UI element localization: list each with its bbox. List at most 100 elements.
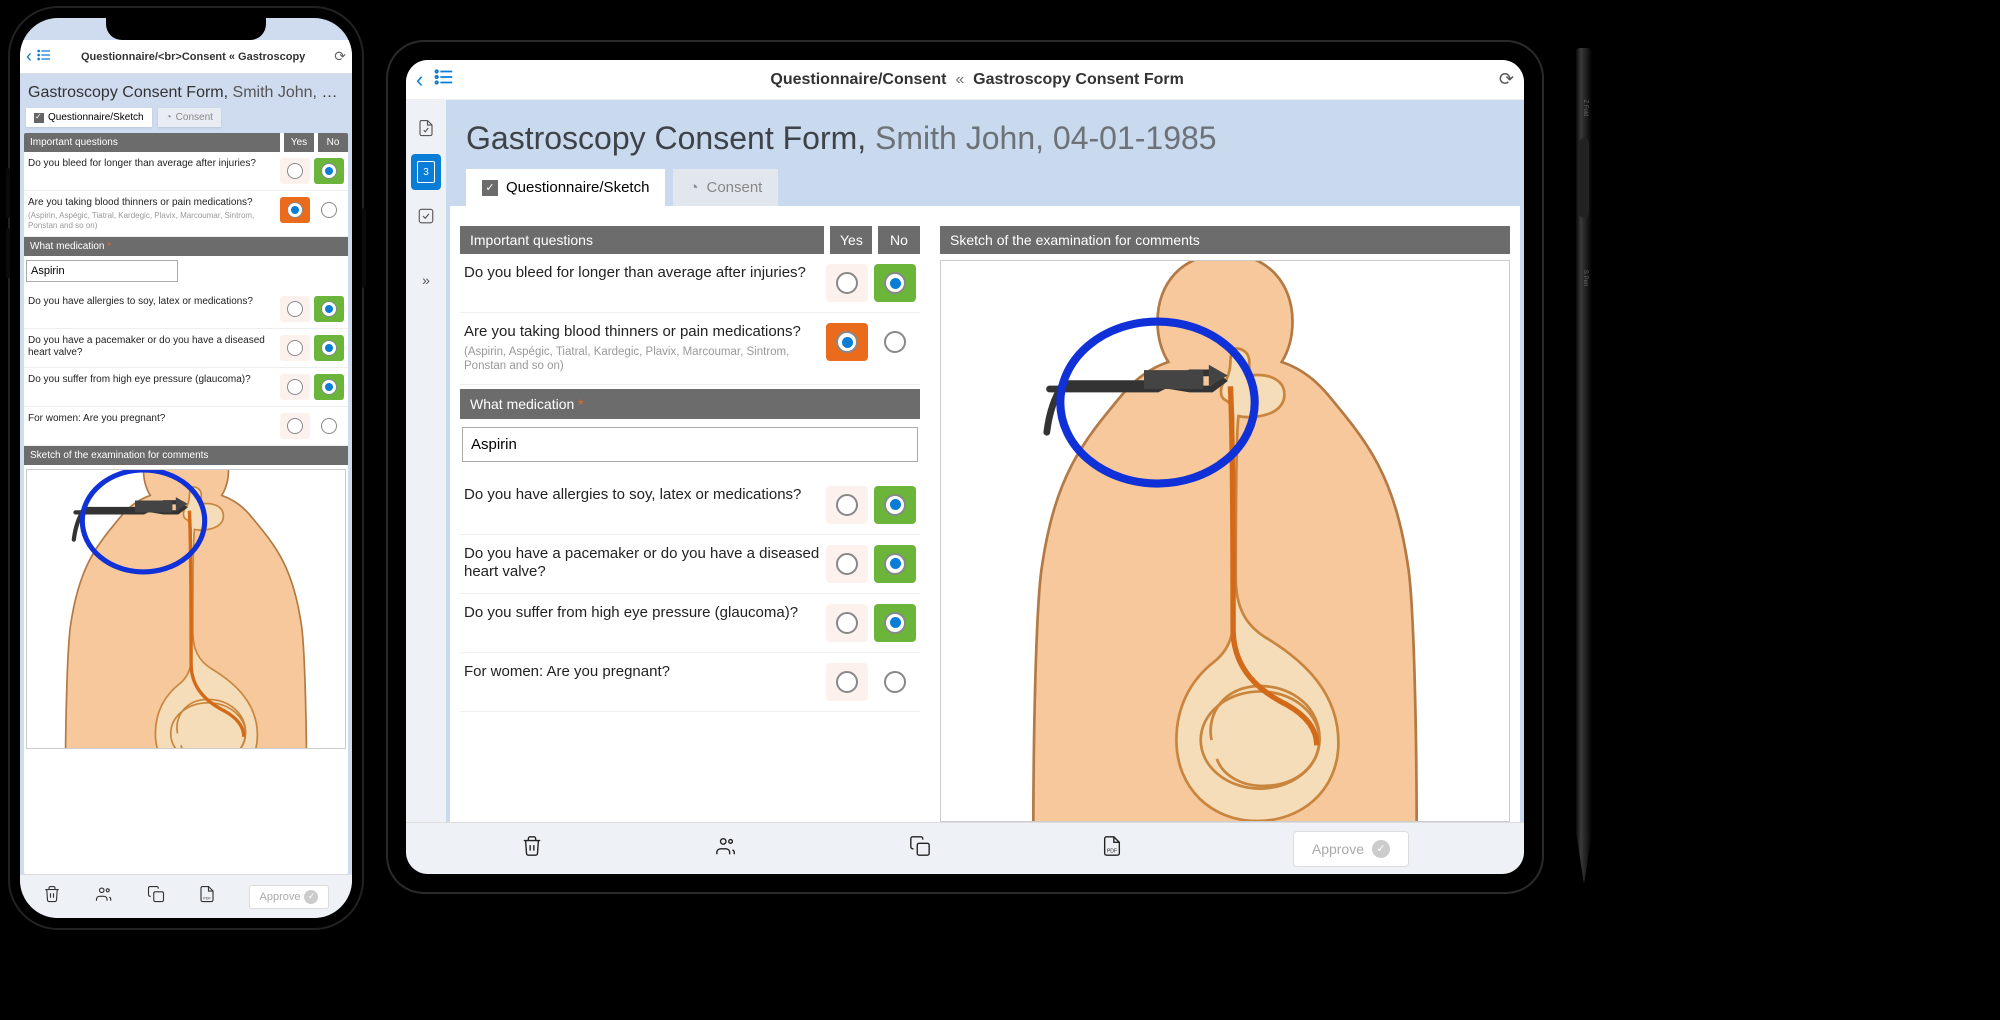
questions-header-row: Important questions Yes No bbox=[460, 226, 920, 254]
question-row: Do you suffer from high eye pressure (gl… bbox=[24, 368, 348, 407]
radio-yes[interactable] bbox=[280, 158, 310, 184]
radio-no[interactable] bbox=[314, 413, 344, 439]
sketch-header: Sketch of the examination for comments bbox=[24, 446, 348, 465]
phone-volume-button bbox=[6, 168, 10, 218]
radio-yes[interactable] bbox=[826, 545, 868, 583]
radio-yes[interactable] bbox=[826, 663, 868, 701]
radio-icon bbox=[321, 163, 337, 179]
list-icon[interactable] bbox=[36, 47, 52, 66]
phone-body: Important questions Yes No Do you bleed … bbox=[24, 133, 348, 874]
breadcrumb: Questionnaire/Consent « Gastroscopy Cons… bbox=[465, 71, 1489, 89]
stylus-device: Z Fold S Pen bbox=[1570, 48, 1598, 888]
radio-icon bbox=[884, 612, 906, 634]
radio-no[interactable] bbox=[874, 663, 916, 701]
radio-icon bbox=[287, 163, 303, 179]
radio-no[interactable] bbox=[314, 335, 344, 361]
refresh-icon[interactable]: ⟳ bbox=[1499, 69, 1514, 90]
sidebar-expand-icon[interactable]: » bbox=[411, 262, 441, 298]
tab-label: Consent bbox=[176, 112, 213, 123]
radio-icon bbox=[321, 340, 337, 356]
sketch-canvas[interactable] bbox=[940, 260, 1510, 822]
pdf-icon[interactable]: PDF bbox=[1101, 835, 1123, 863]
people-icon[interactable] bbox=[713, 835, 739, 863]
radio-yes[interactable] bbox=[280, 374, 310, 400]
question-row: Do you suffer from high eye pressure (gl… bbox=[460, 594, 920, 653]
radio-yes[interactable] bbox=[280, 335, 310, 361]
question-row: Do you have a pacemaker or do you have a… bbox=[24, 329, 348, 368]
question-text: Do you have allergies to soy, latex or m… bbox=[28, 296, 276, 308]
approve-label: Approve bbox=[260, 891, 301, 903]
radio-yes[interactable] bbox=[826, 264, 868, 302]
medication-input[interactable] bbox=[26, 260, 178, 282]
sketch-canvas[interactable] bbox=[26, 469, 346, 749]
tab-questionnaire[interactable]: Questionnaire/Sketch bbox=[26, 108, 152, 127]
question-row: Are you taking blood thinners or pain me… bbox=[460, 313, 920, 385]
tablet-body: Important questions Yes No Do you bleed … bbox=[450, 206, 1520, 822]
patient-info-text: Smith John, 04-01… bbox=[233, 84, 344, 101]
copy-icon[interactable] bbox=[147, 885, 165, 908]
radio-yes[interactable] bbox=[280, 197, 310, 223]
tablet-main: 3 » Gastroscopy Consent Form, Smith John… bbox=[406, 100, 1524, 822]
list-icon[interactable] bbox=[433, 66, 455, 93]
tab-label: Consent bbox=[706, 179, 762, 196]
question-text: Do you have allergies to soy, latex or m… bbox=[464, 486, 820, 505]
radio-icon bbox=[836, 494, 858, 516]
radio-no[interactable] bbox=[314, 374, 344, 400]
question-row: Do you bleed for longer than average aft… bbox=[460, 254, 920, 313]
back-icon[interactable]: ‹ bbox=[26, 46, 32, 67]
radio-yes[interactable] bbox=[280, 296, 310, 322]
question-text: Do you bleed for longer than average aft… bbox=[464, 264, 820, 283]
back-icon[interactable]: ‹ bbox=[416, 67, 423, 93]
clock-icon: ◔ bbox=[166, 112, 172, 123]
radio-yes[interactable] bbox=[280, 413, 310, 439]
header-yes: Yes bbox=[830, 226, 872, 254]
refresh-icon[interactable]: ⟳ bbox=[334, 48, 346, 65]
approve-button[interactable]: Approve✓ bbox=[249, 885, 330, 909]
sketch-column: Sketch of the examination for comments bbox=[940, 226, 1510, 822]
phone-device-frame: ‹ Questionnaire/<br>Consent « Gastroscop… bbox=[10, 8, 362, 928]
question-row: Do you bleed for longer than average aft… bbox=[24, 152, 348, 191]
question-text: For women: Are you pregnant? bbox=[464, 663, 820, 682]
question-text: Do you bleed for longer than average aft… bbox=[28, 158, 276, 170]
tab-consent[interactable]: ◔ Consent bbox=[158, 108, 221, 127]
tab-label: Questionnaire/Sketch bbox=[506, 179, 649, 196]
copy-icon[interactable] bbox=[909, 835, 931, 863]
page-title: Gastroscopy Consent Form, Smith John, 04… bbox=[28, 84, 344, 102]
tab-questionnaire[interactable]: ✓Questionnaire/Sketch bbox=[466, 169, 665, 206]
header-no: No bbox=[878, 226, 920, 254]
radio-yes[interactable] bbox=[826, 323, 868, 361]
radio-no[interactable] bbox=[874, 264, 916, 302]
medication-input[interactable] bbox=[462, 427, 918, 462]
questions-column: Important questions Yes No Do you bleed … bbox=[460, 226, 920, 822]
svg-text:PDF: PDF bbox=[1107, 848, 1117, 854]
approve-button[interactable]: Approve✓ bbox=[1293, 831, 1409, 867]
trash-icon[interactable] bbox=[521, 835, 543, 863]
question-row: For women: Are you pregnant? bbox=[24, 407, 348, 446]
radio-icon bbox=[836, 553, 858, 575]
pdf-icon[interactable]: PDF bbox=[198, 885, 216, 908]
people-icon[interactable] bbox=[94, 885, 114, 908]
radio-no[interactable] bbox=[314, 197, 344, 223]
radio-no[interactable] bbox=[314, 296, 344, 322]
sidebar-item-check[interactable] bbox=[411, 198, 441, 234]
tablet-topbar: ‹ Questionnaire/Consent « Gastroscopy Co… bbox=[406, 60, 1524, 100]
question-text: Do you have a pacemaker or do you have a… bbox=[464, 545, 820, 583]
sidebar-item-pages[interactable]: 3 bbox=[411, 154, 441, 190]
phone-volume-button bbox=[6, 228, 10, 278]
radio-yes[interactable] bbox=[826, 604, 868, 642]
tab-consent[interactable]: ◔Consent bbox=[673, 169, 778, 206]
svg-text:Z Fold: Z Fold bbox=[1582, 99, 1588, 116]
sidebar-item-doc[interactable] bbox=[411, 110, 441, 146]
form-title-text: Gastroscopy Consent Form bbox=[28, 84, 224, 101]
breadcrumb: Questionnaire/<br>Consent « Gastroscopy bbox=[56, 51, 330, 63]
question-row: Are you taking blood thinners or pain me… bbox=[24, 191, 348, 237]
radio-no[interactable] bbox=[874, 604, 916, 642]
sketch-header: Sketch of the examination for comments bbox=[940, 226, 1510, 254]
radio-no[interactable] bbox=[314, 158, 344, 184]
radio-no[interactable] bbox=[874, 486, 916, 524]
radio-yes[interactable] bbox=[826, 486, 868, 524]
radio-no[interactable] bbox=[874, 545, 916, 583]
radio-icon bbox=[287, 340, 303, 356]
radio-no[interactable] bbox=[874, 323, 916, 361]
trash-icon[interactable] bbox=[43, 885, 61, 908]
